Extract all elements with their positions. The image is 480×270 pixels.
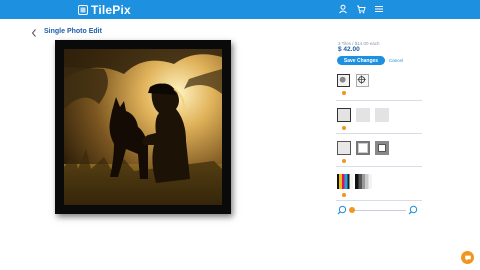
divider [336,133,422,134]
chevron-left-icon[interactable] [30,28,38,38]
top-navigation-bar: TilePix [0,0,480,19]
chat-button[interactable] [461,251,474,264]
border-option-medium[interactable] [356,141,370,155]
zoom-out-icon[interactable] [337,205,347,215]
filter-selected-dot [342,193,346,197]
brand-name: TilePix [91,2,131,17]
crop-fit-option[interactable] [337,74,350,87]
crop-crosshair-option[interactable] [356,74,369,87]
brand-logo[interactable]: TilePix [78,2,131,17]
photo-image [64,49,222,205]
zoom-slider-handle[interactable] [349,207,355,213]
divider [336,166,422,167]
border-selected-dot [342,159,346,163]
filter-option-bw[interactable] [355,174,372,189]
frame-option-black[interactable] [337,108,351,122]
photo-tile-frame[interactable] [55,40,231,214]
user-icon[interactable] [338,4,348,14]
border-option-thin[interactable] [337,141,351,155]
crop-crosshair-icon [357,75,366,84]
divider [336,100,422,101]
crop-fit-icon [339,76,346,83]
chat-icon [464,255,471,261]
page-title: Single Photo Edit [44,28,102,35]
zoom-in-icon[interactable] [408,205,418,215]
cart-icon[interactable] [356,4,366,14]
frame-selected-dot [342,126,346,130]
order-total: $ 42.00 [338,46,360,53]
crop-selected-dot [342,91,346,95]
frame-option-none[interactable] [375,108,389,122]
menu-icon[interactable] [374,4,384,14]
frame-option-white[interactable] [356,108,370,122]
zoom-slider-track[interactable] [352,210,406,211]
save-changes-button[interactable]: Save Changes [337,56,385,65]
cancel-link[interactable]: Cancel [389,58,403,63]
filter-option-color[interactable] [337,174,353,189]
logo-icon [78,4,88,15]
border-option-thick[interactable] [375,141,389,155]
divider [336,200,422,201]
